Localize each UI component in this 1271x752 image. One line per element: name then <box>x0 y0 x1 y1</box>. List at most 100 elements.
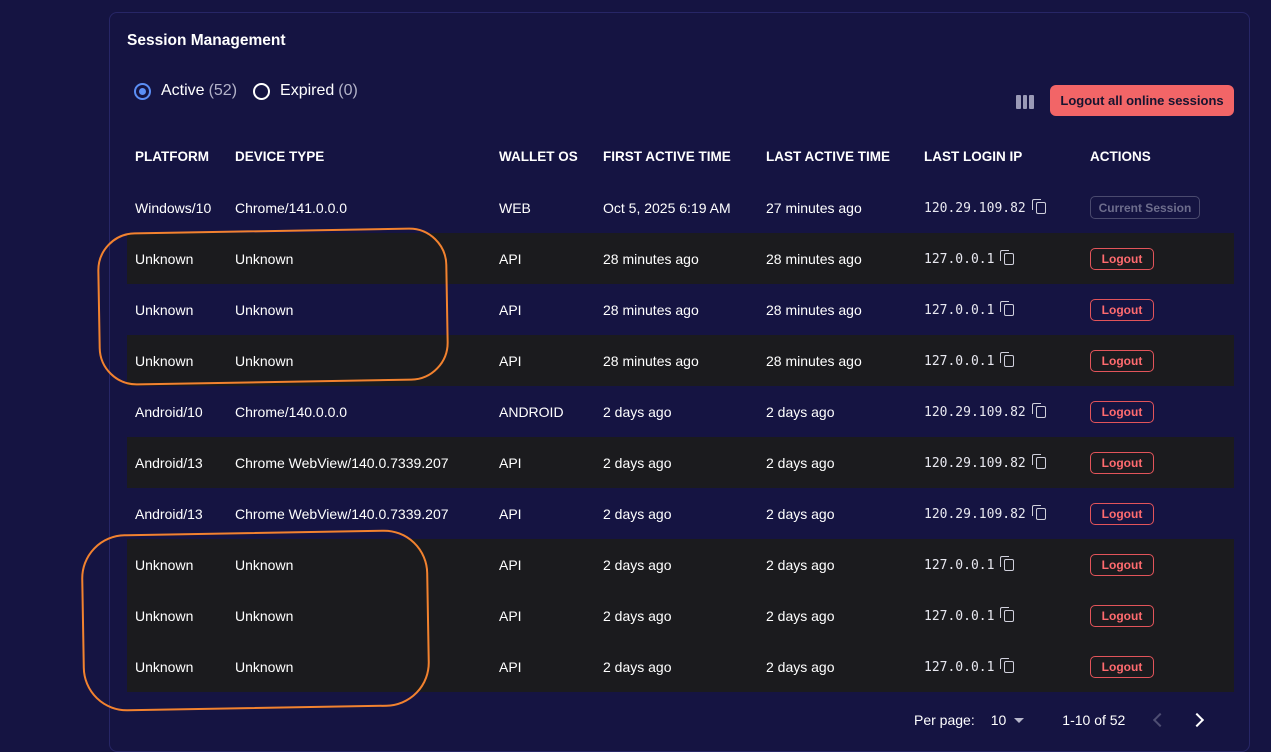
chevron-left-icon[interactable] <box>1147 710 1167 730</box>
copy-icon[interactable] <box>1031 403 1046 418</box>
filter-active-radio[interactable]: Active (52) <box>134 82 237 100</box>
copy-icon[interactable] <box>1000 658 1015 673</box>
ip-address: 120.29.109.82 <box>924 507 1026 522</box>
wallet-os-cell: API <box>499 233 603 284</box>
first-active-cell: 2 days ago <box>603 641 766 692</box>
device-type-cell: Unknown <box>235 301 294 318</box>
ip-address: 120.29.109.82 <box>924 456 1026 471</box>
platform-cell: Android/13 <box>127 437 235 488</box>
table-row: Unknown Unknown API 2 days ago 2 days ago 127… <box>127 590 1234 641</box>
filter-expired-radio[interactable]: Expired (0) <box>253 82 358 100</box>
copy-icon[interactable] <box>1000 352 1015 367</box>
table-row: Unknown Unknown API 28 minutes ago 28 minute… <box>127 233 1234 284</box>
last-active-cell: 2 days ago <box>766 437 924 488</box>
chevron-down-icon <box>1014 717 1025 723</box>
per-page-select[interactable]: 10 <box>991 712 1025 728</box>
wallet-os-cell: API <box>499 335 603 386</box>
logout-button[interactable]: Logout <box>1090 451 1154 474</box>
wallet-os-cell: API <box>499 641 603 692</box>
actions-cell: Logout <box>1090 386 1234 437</box>
device-type-cell: Chrome WebView/140.0.7339.207 <box>235 437 499 488</box>
sessions-table: PLATFORM DEVICE TYPE WALLET OS FIRST ACTIVE… <box>127 131 1234 692</box>
page-range: 1-10 of 52 <box>1062 712 1126 728</box>
table-header-row: PLATFORM DEVICE TYPE WALLET OS FIRST ACTIVE… <box>127 131 1234 182</box>
logout-button[interactable]: Logout <box>1090 400 1154 423</box>
table-row: Windows/10 Chrome/141.0.0.0 WEB Oct 5, 2025… <box>127 182 1234 233</box>
columns-icon[interactable] <box>1016 95 1035 109</box>
ip-address: 127.0.0.1 <box>924 354 995 369</box>
ip-address: 120.29.109.82 <box>924 405 1026 420</box>
column-header-platform: PLATFORM <box>135 149 209 164</box>
platform-cell: Unknown <box>127 335 235 386</box>
actions-cell: Current Session <box>1090 182 1234 233</box>
table-row: Unknown Unknown API 28 minutes ago 28 minute… <box>127 335 1234 386</box>
first-active-cell: 28 minutes ago <box>603 335 766 386</box>
first-active-cell: 2 days ago <box>603 505 672 522</box>
session-management-card: Session Management Active (52) Expired (… <box>109 12 1250 752</box>
login-ip-cell: 127.0.0.1 <box>924 590 1090 641</box>
logout-button[interactable]: Logout <box>1090 553 1154 576</box>
per-page-label: Per page: <box>914 712 975 728</box>
login-ip-cell: 127.0.0.1 <box>924 233 1090 284</box>
device-type-cell: Chrome WebView/140.0.7339.207 <box>235 505 449 522</box>
login-ip-cell: 127.0.0.1 <box>924 641 1090 692</box>
copy-icon[interactable] <box>1031 505 1046 520</box>
last-active-cell: 28 minutes ago <box>766 301 862 318</box>
device-type-cell: Unknown <box>235 539 499 590</box>
platform-cell: Windows/10 <box>135 199 212 216</box>
login-ip-cell: 120.29.109.82 <box>924 386 1090 437</box>
copy-icon[interactable] <box>1000 607 1015 622</box>
column-header-actions: ACTIONS <box>1090 149 1151 164</box>
chevron-right-icon[interactable] <box>1189 710 1209 730</box>
ip-address: 127.0.0.1 <box>924 558 995 573</box>
logout-button[interactable]: Logout <box>1090 655 1154 678</box>
last-active-cell: 28 minutes ago <box>766 233 924 284</box>
actions-cell: Logout <box>1090 539 1234 590</box>
platform-cell: Unknown <box>127 590 235 641</box>
last-active-cell: 2 days ago <box>766 641 924 692</box>
copy-icon[interactable] <box>1000 301 1015 316</box>
last-active-cell: 2 days ago <box>766 590 924 641</box>
logout-button[interactable]: Logout <box>1090 604 1154 627</box>
table-row: Android/13 Chrome WebView/140.0.7339.207 A… <box>127 488 1234 539</box>
copy-icon[interactable] <box>1000 556 1015 571</box>
column-header-device-type: DEVICE TYPE <box>235 149 325 164</box>
logout-button[interactable]: Logout <box>1090 502 1154 525</box>
wallet-os-cell: API <box>499 590 603 641</box>
login-ip-cell: 120.29.109.82 <box>924 437 1090 488</box>
filter-active-count: (52) <box>208 82 238 99</box>
column-header-login-ip: LAST LOGIN IP <box>924 149 1023 164</box>
filter-expired-label: Expired <box>280 82 335 99</box>
last-active-cell: 2 days ago <box>766 539 924 590</box>
login-ip-cell: 127.0.0.1 <box>924 539 1090 590</box>
column-header-last-active: LAST ACTIVE TIME <box>766 149 890 164</box>
logout-button[interactable]: Logout <box>1090 247 1154 270</box>
first-active-cell: 2 days ago <box>603 437 766 488</box>
login-ip-cell: 120.29.109.82 <box>924 182 1090 233</box>
ip-address: 120.29.109.82 <box>924 201 1026 216</box>
page-title: Session Management <box>127 32 286 49</box>
first-active-cell: 2 days ago <box>603 403 672 420</box>
platform-cell: Unknown <box>127 233 235 284</box>
session-filter: Active (52) Expired (0) <box>134 82 374 100</box>
ip-address: 127.0.0.1 <box>924 660 995 675</box>
platform-cell: Unknown <box>127 641 235 692</box>
platform-cell: Unknown <box>135 301 194 318</box>
device-type-cell: Chrome/140.0.0.0 <box>235 403 348 420</box>
platform-cell: Unknown <box>127 539 235 590</box>
copy-icon[interactable] <box>1000 250 1015 265</box>
logout-button[interactable]: Logout <box>1090 298 1154 321</box>
login-ip-cell: 127.0.0.1 <box>924 335 1090 386</box>
platform-cell: Android/13 <box>135 505 203 522</box>
wallet-os-cell: WEB <box>499 199 531 216</box>
actions-cell: Logout <box>1090 488 1234 539</box>
copy-icon[interactable] <box>1031 454 1046 469</box>
logout-all-button[interactable]: Logout all online sessions <box>1050 85 1234 116</box>
wallet-os-cell: API <box>499 539 603 590</box>
first-active-cell: 28 minutes ago <box>603 233 766 284</box>
actions-cell: Logout <box>1090 284 1234 335</box>
logout-button[interactable]: Logout <box>1090 349 1154 372</box>
column-header-first-active: FIRST ACTIVE TIME <box>603 149 731 164</box>
copy-icon[interactable] <box>1031 199 1046 214</box>
ip-address: 127.0.0.1 <box>924 303 995 318</box>
